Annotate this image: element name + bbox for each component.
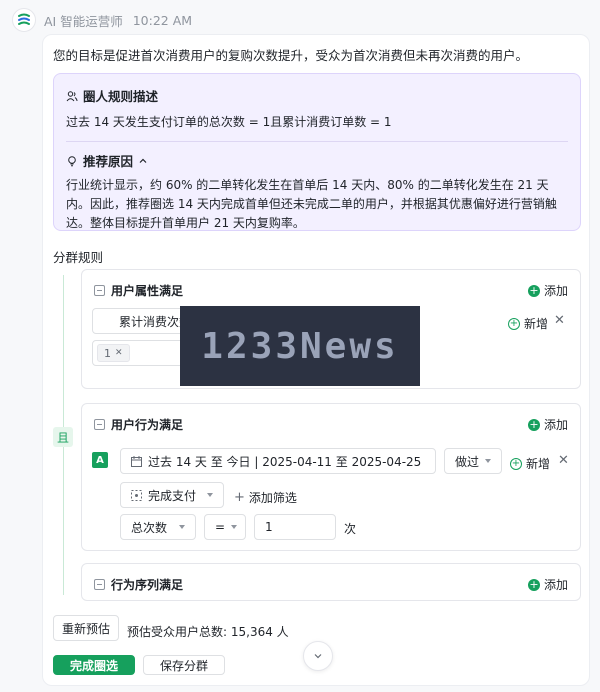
re-estimate-button[interactable]: 重新预估 — [53, 615, 119, 641]
plus-circle-outline-icon: + — [508, 317, 520, 330]
add-label: 添加 — [543, 418, 568, 432]
message-header: AI 智能运营师 10:22 AM — [12, 8, 192, 32]
event-value: 完成支付 — [148, 488, 197, 503]
group-title-text: 用户行为满足 — [111, 418, 184, 432]
add-attribute-button[interactable]: + 添加 — [527, 282, 568, 299]
rule-summary-box: 圈人规则描述 过去 14 天发生支付订单的总次数 = 1且累计消费订单数 = 1… — [53, 73, 581, 231]
value-tag-input[interactable]: 1 ✕ — [92, 340, 192, 366]
add-label: 添加 — [543, 578, 568, 592]
lightbulb-icon — [68, 155, 76, 166]
condition-badge: A — [92, 452, 108, 468]
collapse-icon[interactable] — [94, 579, 105, 590]
and-toggle[interactable]: 且 — [53, 427, 73, 447]
date-range-value: 过去 14 天 至 今日 | 2025-04-11 至 2025-04-25 — [148, 454, 422, 469]
event-icon — [131, 489, 142, 501]
chevron-down-icon — [207, 493, 213, 497]
tag-text: 1 — [104, 346, 111, 360]
operator-select[interactable]: = — [204, 514, 246, 540]
action-select[interactable]: 做过 — [444, 448, 502, 474]
calendar-icon — [131, 455, 142, 467]
chevron-down-icon — [231, 525, 238, 529]
chevron-up-icon[interactable] — [138, 156, 148, 166]
complete-selection-button[interactable]: 完成圈选 — [53, 655, 135, 675]
collapse-icon[interactable] — [94, 419, 105, 430]
group-title-text: 行为序列满足 — [111, 578, 184, 592]
add-behavior-button[interactable]: + 添加 — [527, 416, 568, 433]
chevron-down-icon — [314, 654, 322, 659]
behavior-sequence-group: 行为序列满足 + 添加 — [81, 563, 581, 601]
date-range-picker[interactable]: 过去 14 天 至 今日 | 2025-04-11 至 2025-04-25 — [120, 448, 436, 474]
group-title[interactable]: 用户属性满足 — [94, 282, 183, 299]
assistant-name: AI 智能运营师 — [44, 13, 123, 29]
intro-text: 您的目标是促进首次消费用户的复购次数提升，受众为首次消费但未再次消费的用户。 — [53, 48, 529, 63]
new-label: 新增 — [526, 457, 551, 471]
plus-circle-icon: + — [527, 577, 540, 591]
action-value: 做过 — [455, 454, 480, 469]
estimate-text: 预估受众用户总数: 15,364 人 — [127, 625, 289, 639]
group-title-text: 用户属性满足 — [111, 284, 184, 298]
rule-desc-title: 圈人规则描述 — [83, 89, 159, 104]
watermark-logo: 1233News — [180, 306, 420, 386]
user-behavior-group: 用户行为满足 + 添加 A 过去 14 天 至 今日 | 2025-04-11 … — [81, 403, 581, 551]
attribute-field-value: 累计消费次数 — [119, 314, 192, 329]
message-time: 10:22 AM — [132, 12, 193, 28]
new-behavior-condition-button[interactable]: + 新增 — [510, 455, 550, 472]
close-icon[interactable]: ✕ — [554, 313, 565, 328]
save-segment-button[interactable]: 保存分群 — [143, 655, 225, 675]
unit-label: 次 — [344, 522, 357, 536]
value-input[interactable]: 1 — [254, 514, 336, 540]
chevron-down-icon — [485, 459, 491, 463]
close-icon[interactable]: ✕ — [558, 453, 569, 468]
plus-icon: + — [234, 490, 245, 505]
ai-avatar — [12, 8, 36, 32]
group-title[interactable]: 用户行为满足 — [94, 416, 183, 433]
new-label: 新增 — [524, 317, 549, 331]
collapse-icon[interactable] — [94, 285, 105, 296]
group-title[interactable]: 行为序列满足 — [94, 576, 183, 593]
add-filter-button[interactable]: + 添加筛选 — [234, 489, 297, 506]
plus-circle-icon: + — [527, 417, 540, 431]
reason-text: 行业统计显示，约 60% 的二单转化发生在首单后 14 天内、80% 的二单转化… — [66, 178, 557, 230]
operator-value: = — [215, 520, 226, 534]
segment-rules-label: 分群规则 — [53, 250, 104, 265]
add-sequence-button[interactable]: + 添加 — [527, 576, 568, 593]
divider — [66, 141, 568, 142]
plus-circle-icon: + — [527, 283, 540, 297]
value-tag: 1 ✕ — [97, 344, 130, 362]
event-select[interactable]: 完成支付 — [120, 482, 224, 508]
value-text: 1 — [265, 520, 273, 534]
rule-desc-text: 过去 14 天发生支付订单的总次数 = 1且累计消费订单数 = 1 — [66, 115, 392, 129]
users-icon — [66, 90, 78, 101]
metric-value: 总次数 — [131, 520, 168, 535]
tag-close-icon[interactable]: ✕ — [115, 348, 123, 358]
scroll-down-button[interactable] — [303, 641, 333, 671]
rule-desc-heading: 圈人规则描述 — [66, 86, 568, 105]
new-condition-button[interactable]: + 新增 — [508, 315, 548, 332]
reason-heading[interactable]: 推荐原因 — [66, 151, 568, 170]
reason-title: 推荐原因 — [83, 154, 134, 169]
ai-logo-icon — [18, 13, 30, 25]
add-filter-label: 添加筛选 — [248, 491, 297, 505]
add-label: 添加 — [543, 284, 568, 298]
metric-select[interactable]: 总次数 — [120, 514, 196, 540]
plus-circle-outline-icon: + — [510, 457, 522, 470]
chevron-down-icon — [179, 525, 185, 529]
